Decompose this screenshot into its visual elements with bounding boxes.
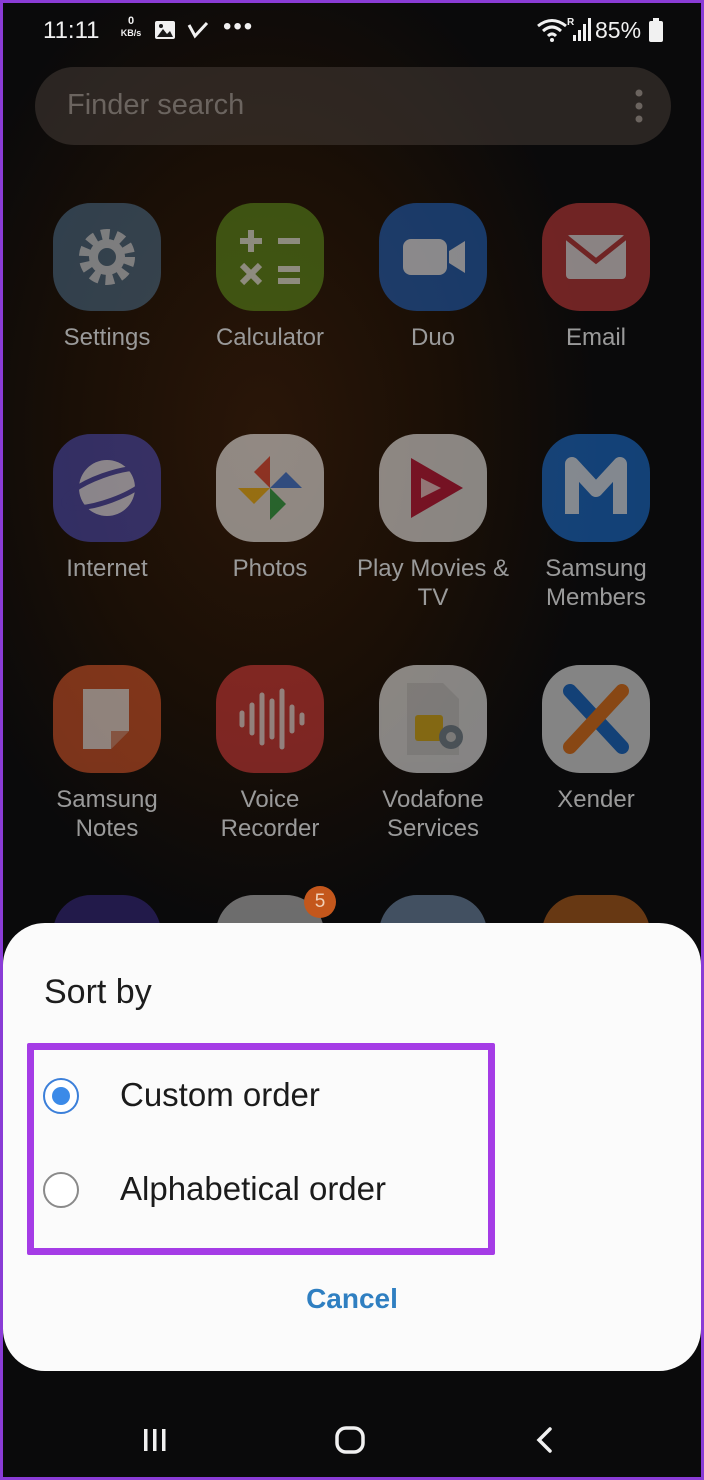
clock: 11:11 — [43, 17, 100, 44]
option-custom-order[interactable]: Custom order — [43, 1056, 503, 1136]
home-icon[interactable] — [334, 1425, 366, 1455]
app-internet[interactable]: Internet — [27, 434, 187, 583]
svg-text:R: R — [567, 17, 575, 28]
battery-level: 85% — [595, 17, 642, 43]
notes-icon — [53, 665, 161, 773]
app-samsung-members[interactable]: Samsung Members — [516, 434, 676, 612]
play-movies-icon — [379, 434, 487, 542]
more-notifications-icon: ••• — [223, 13, 255, 40]
app-calculator[interactable]: Calculator — [190, 203, 350, 352]
option-label: Custom order — [120, 1076, 320, 1113]
signal-icon: R — [567, 17, 591, 41]
wifi-icon — [537, 19, 567, 42]
calculator-icon — [216, 203, 324, 311]
option-label: Alphabetical order — [120, 1170, 386, 1207]
notification-badge: 5 — [304, 886, 336, 918]
radio-selected-icon[interactable] — [43, 1078, 79, 1114]
radio-unselected-icon[interactable] — [43, 1172, 79, 1208]
pinwheel-icon — [216, 434, 324, 542]
waveform-icon — [216, 665, 324, 773]
app-play-movies[interactable]: Play Movies & TV — [353, 434, 513, 612]
option-alphabetical-order[interactable]: Alphabetical order — [43, 1150, 503, 1230]
finder-search-bar[interactable]: Finder search — [35, 67, 671, 145]
app-drawer-screen: 11:11 0 KB/s ••• R 85% Finder search Set… — [3, 3, 701, 1477]
app-settings[interactable]: Settings — [27, 203, 187, 352]
more-vertical-icon[interactable] — [635, 89, 643, 123]
net-speed: 0 KB/s — [120, 15, 142, 38]
cancel-button[interactable]: Cancel — [252, 1283, 452, 1315]
back-icon[interactable] — [533, 1425, 557, 1455]
app-duo[interactable]: Duo — [353, 203, 513, 352]
status-bar: 11:11 0 KB/s ••• R 85% — [3, 3, 701, 59]
planet-icon — [53, 434, 161, 542]
recents-icon[interactable] — [140, 1425, 170, 1455]
app-voice-recorder[interactable]: Voice Recorder — [190, 665, 350, 843]
sim-card-icon — [379, 665, 487, 773]
app-email[interactable]: Email — [516, 203, 676, 352]
navigation-bar — [3, 1403, 701, 1477]
xender-icon — [542, 665, 650, 773]
app-samsung-notes[interactable]: Samsung Notes — [27, 665, 187, 843]
app-xender[interactable]: Xender — [516, 665, 676, 814]
members-icon — [542, 434, 650, 542]
search-placeholder: Finder search — [67, 89, 245, 121]
image-icon — [155, 21, 175, 39]
video-icon — [379, 203, 487, 311]
gear-icon — [53, 203, 161, 311]
app-photos[interactable]: Photos — [190, 434, 350, 583]
mail-icon — [542, 203, 650, 311]
dialog-title: Sort by — [44, 973, 152, 1011]
check-icon — [187, 21, 209, 39]
battery-icon — [649, 18, 663, 42]
sort-by-dialog: Sort by Custom order Alphabetical order … — [3, 923, 701, 1371]
app-vodafone-services[interactable]: Vodafone Services — [353, 665, 513, 843]
